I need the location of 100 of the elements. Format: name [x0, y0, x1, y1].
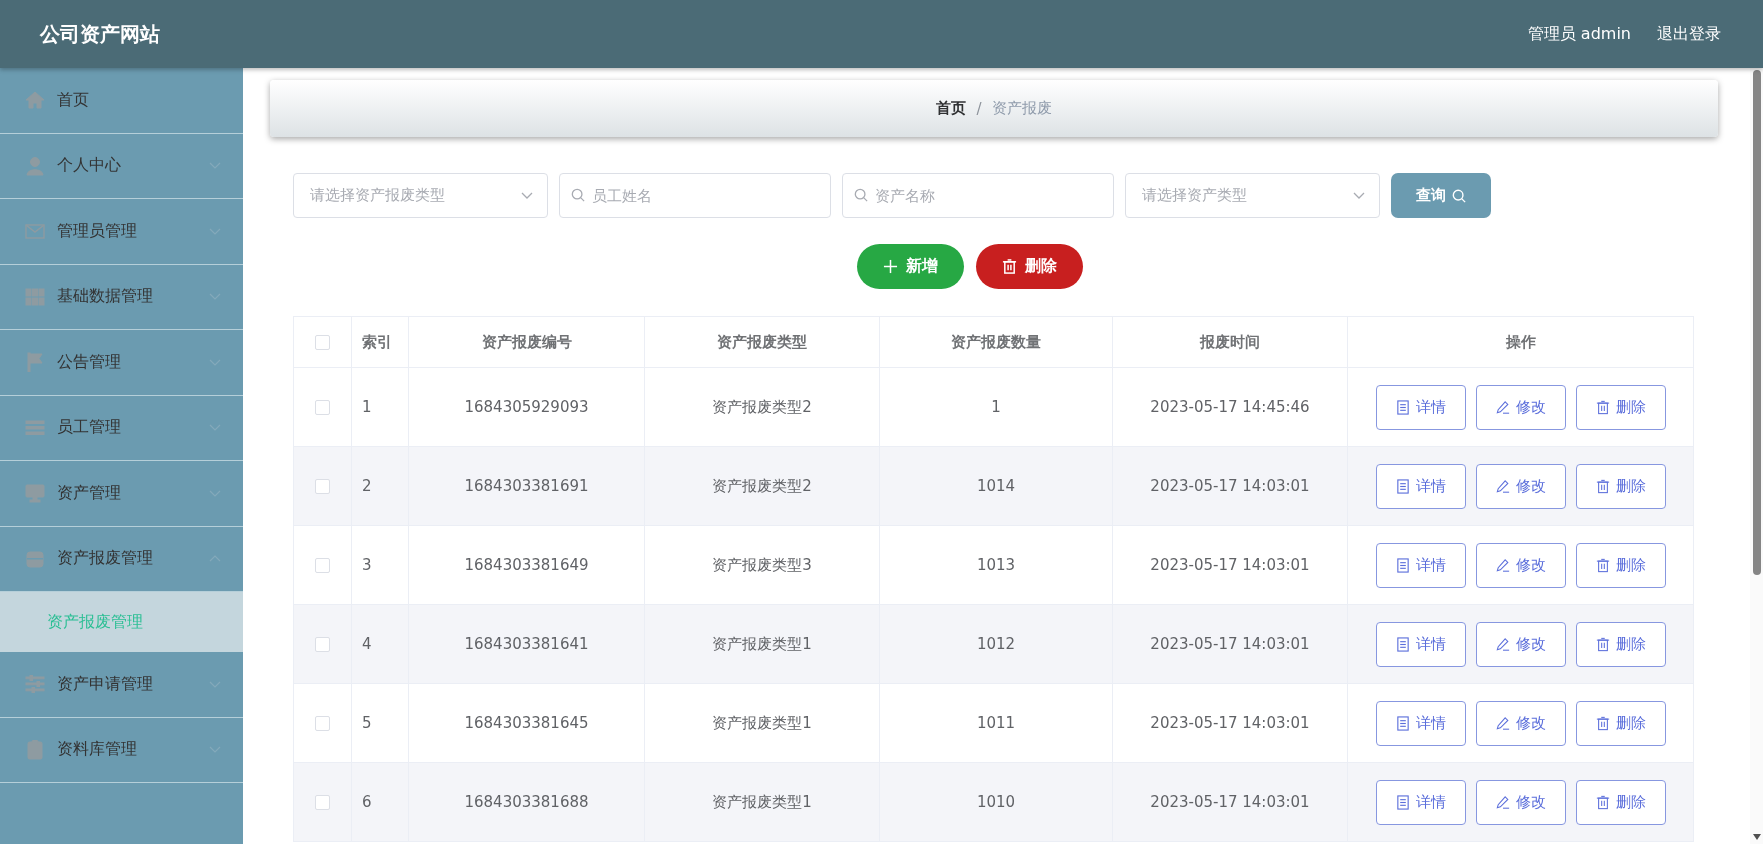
- select-field[interactable]: 请选择资产报废类型: [293, 173, 548, 218]
- search-field[interactable]: 员工姓名: [559, 173, 831, 218]
- detail-button[interactable]: 详情: [1375, 542, 1466, 588]
- trash-icon: [1595, 794, 1610, 810]
- row-checkbox[interactable]: [315, 479, 330, 494]
- search-icon: [571, 188, 585, 202]
- index-cell: 1: [351, 367, 409, 447]
- add-button[interactable]: 新增: [857, 244, 964, 289]
- type-cell: 资产报废类型3: [644, 525, 880, 605]
- column-header: 资产报废编号: [408, 316, 645, 368]
- detail-button[interactable]: 详情: [1375, 384, 1466, 430]
- chevron-icon: [209, 358, 221, 366]
- quantity-cell: 1011: [879, 683, 1113, 763]
- trash-icon: [1595, 557, 1610, 573]
- scrollbar-track[interactable]: [1750, 68, 1763, 844]
- logout-link[interactable]: 退出登录: [1657, 23, 1721, 45]
- edit-button[interactable]: 修改: [1475, 542, 1566, 588]
- document-icon: [1395, 399, 1410, 415]
- pencil-icon: [1495, 478, 1510, 494]
- user-icon: [25, 155, 45, 176]
- clipboard-icon: [25, 739, 45, 760]
- breadcrumb-item: 资产报废: [991, 99, 1052, 118]
- code-cell: 1684303381691: [408, 446, 645, 526]
- edit-button[interactable]: 修改: [1475, 384, 1566, 430]
- sidebar-item[interactable]: 资产管理: [0, 461, 243, 527]
- pencil-icon: [1495, 636, 1510, 652]
- user-name[interactable]: 管理员 admin: [1527, 23, 1631, 45]
- delete-button[interactable]: 删除: [1575, 700, 1666, 746]
- detail-button[interactable]: 详情: [1375, 779, 1466, 825]
- column-header: 索引: [351, 316, 409, 368]
- pencil-icon: [1495, 715, 1510, 731]
- column-header: 报废时间: [1112, 316, 1348, 368]
- scrollbar-thumb[interactable]: [1752, 70, 1761, 575]
- flag-icon: [25, 352, 45, 373]
- type-cell: 资产报废类型2: [644, 367, 880, 447]
- trash-icon: [1595, 636, 1610, 652]
- select-field[interactable]: 请选择资产类型: [1125, 173, 1380, 218]
- trash-icon: [1595, 715, 1610, 731]
- document-icon: [1395, 478, 1410, 494]
- chevron-icon: [209, 680, 221, 688]
- delete-button[interactable]: 删除: [1575, 463, 1666, 509]
- trash-icon: [1595, 399, 1610, 415]
- index-cell: 4: [351, 604, 409, 684]
- row-checkbox[interactable]: [315, 795, 330, 810]
- code-cell: 1684303381688: [408, 762, 645, 842]
- quantity-cell: 1012: [879, 604, 1113, 684]
- time-cell: 2023-05-17 14:45:46: [1112, 367, 1348, 447]
- chevron-icon: [209, 227, 221, 235]
- query-button[interactable]: 查询: [1391, 173, 1491, 218]
- search-icon: [854, 188, 868, 202]
- delete-button[interactable]: 删除: [1575, 779, 1666, 825]
- row-checkbox[interactable]: [315, 716, 330, 731]
- quantity-cell: 1010: [879, 762, 1113, 842]
- code-cell: 1684305929093: [408, 367, 645, 447]
- code-cell: 1684303381645: [408, 683, 645, 763]
- breadcrumb-item[interactable]: 首页: [936, 99, 967, 118]
- list-icon: [25, 417, 45, 438]
- sliders-icon: [25, 674, 45, 695]
- type-cell: 资产报废类型1: [644, 762, 880, 842]
- sidebar-item[interactable]: 基础数据管理: [0, 264, 243, 330]
- edit-button[interactable]: 修改: [1475, 779, 1566, 825]
- pencil-icon: [1495, 399, 1510, 415]
- select-all-checkbox[interactable]: [315, 335, 330, 350]
- breadcrumb-separator: /: [976, 99, 982, 118]
- detail-button[interactable]: 详情: [1375, 700, 1466, 746]
- time-cell: 2023-05-17 14:03:01: [1112, 525, 1348, 605]
- monitor-icon: [25, 483, 45, 504]
- edit-button[interactable]: 修改: [1475, 621, 1566, 667]
- chevron-icon: [209, 293, 221, 301]
- time-cell: 2023-05-17 14:03:01: [1112, 446, 1348, 526]
- envelope-icon: [25, 221, 45, 242]
- chevron-icon: [209, 489, 221, 497]
- delete-button[interactable]: 删除: [1575, 384, 1666, 430]
- scroll-down-icon[interactable]: [1752, 834, 1761, 840]
- quantity-cell: 1014: [879, 446, 1113, 526]
- type-cell: 资产报废类型1: [644, 683, 880, 763]
- column-header: 资产报废数量: [879, 316, 1113, 368]
- quantity-cell: 1: [879, 367, 1113, 447]
- row-checkbox[interactable]: [315, 558, 330, 573]
- code-cell: 1684303381649: [408, 525, 645, 605]
- document-icon: [1395, 636, 1410, 652]
- time-cell: 2023-05-17 14:03:01: [1112, 762, 1348, 842]
- trash-icon: [1595, 478, 1610, 494]
- pencil-icon: [1495, 794, 1510, 810]
- detail-button[interactable]: 详情: [1375, 463, 1466, 509]
- site-title: 公司资产网站: [40, 20, 160, 48]
- delete-button[interactable]: 删除: [1575, 621, 1666, 667]
- search-field[interactable]: 资产名称: [842, 173, 1114, 218]
- type-cell: 资产报废类型1: [644, 604, 880, 684]
- house-icon: [25, 90, 45, 111]
- row-checkbox[interactable]: [315, 637, 330, 652]
- caret-icon: [521, 192, 533, 199]
- batch-delete-button[interactable]: 删除: [976, 244, 1083, 289]
- edit-button[interactable]: 修改: [1475, 463, 1566, 509]
- delete-button[interactable]: 删除: [1575, 542, 1666, 588]
- detail-button[interactable]: 详情: [1375, 621, 1466, 667]
- row-checkbox[interactable]: [315, 400, 330, 415]
- edit-button[interactable]: 修改: [1475, 700, 1566, 746]
- column-header: 资产报废类型: [644, 316, 880, 368]
- chevron-icon: [209, 162, 221, 170]
